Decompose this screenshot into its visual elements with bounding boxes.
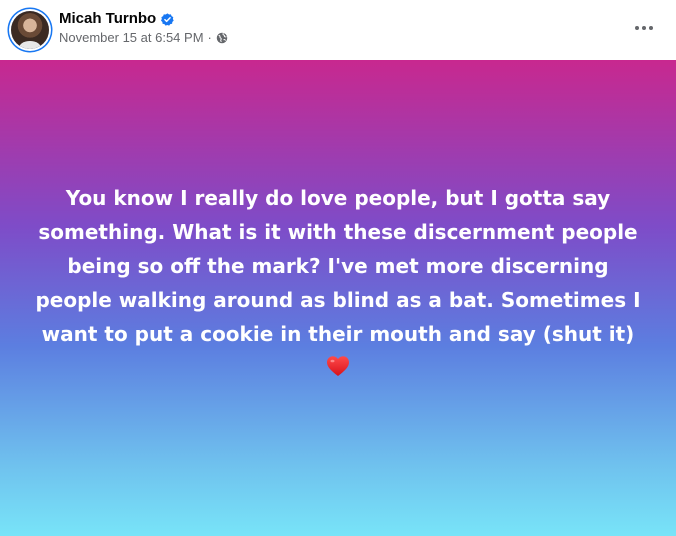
meta-separator: · [207,30,212,45]
more-dot-icon [642,26,646,30]
globe-icon[interactable] [216,32,228,44]
avatar-shirt [19,41,41,49]
post-text-container: You know I really do love people, but I … [28,181,648,376]
post-message: You know I really do love people, but I … [35,186,641,346]
post-background: You know I really do love people, but I … [0,60,676,536]
author-name[interactable]: Micah Turnbo [59,9,156,29]
post-meta: November 15 at 6:54 PM · [59,30,228,46]
author-avatar[interactable] [11,11,49,49]
post-header: Micah Turnbo November 15 at 6:54 PM · [0,0,676,60]
more-options-button[interactable] [626,14,662,42]
more-dot-icon [649,26,653,30]
post-card: Micah Turnbo November 15 at 6:54 PM · Yo… [0,0,676,536]
author-row: Micah Turnbo [59,9,174,29]
post-timestamp[interactable]: November 15 at 6:54 PM [59,30,204,46]
more-dot-icon [635,26,639,30]
verified-badge-icon [161,12,174,26]
red-heart-icon [326,353,350,376]
